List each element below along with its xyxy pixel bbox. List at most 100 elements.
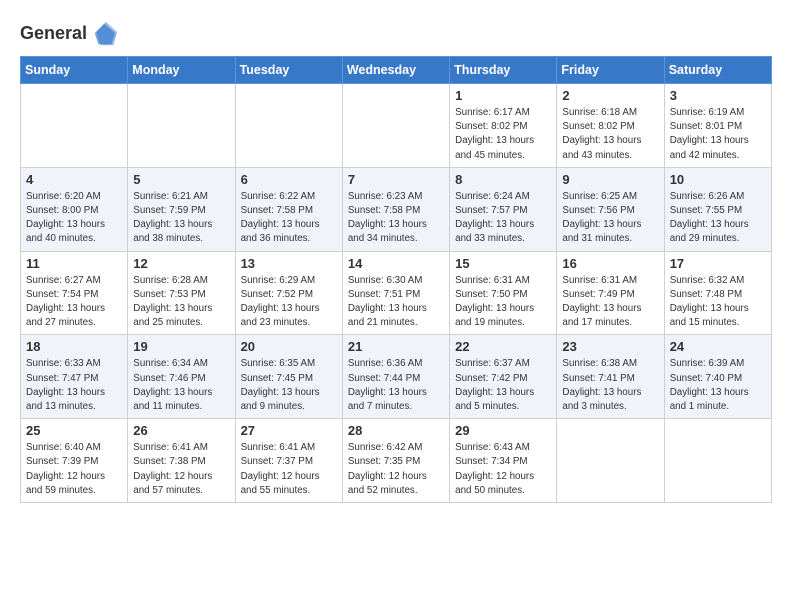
day-info: Sunrise: 6:31 AMSunset: 7:50 PMDaylight:… bbox=[455, 274, 551, 331]
day-info: Sunrise: 6:42 AMSunset: 7:35 PMDaylight:… bbox=[348, 441, 444, 498]
calendar-day-26: 26 Sunrise: 6:41 AMSunset: 7:38 PMDayligh… bbox=[128, 419, 235, 503]
day-number: 14 bbox=[348, 256, 444, 271]
day-info: Sunrise: 6:26 AMSunset: 7:55 PMDaylight:… bbox=[670, 190, 766, 247]
day-info: Sunrise: 6:25 AMSunset: 7:56 PMDaylight:… bbox=[562, 190, 658, 247]
calendar-header-row: SundayMondayTuesdayWednesdayThursdayFrid… bbox=[21, 57, 772, 84]
logo: General bbox=[20, 20, 119, 48]
day-number: 5 bbox=[133, 172, 229, 187]
day-number: 18 bbox=[26, 339, 122, 354]
calendar-day-24: 24 Sunrise: 6:39 AMSunset: 7:40 PMDayligh… bbox=[664, 335, 771, 419]
day-number: 3 bbox=[670, 88, 766, 103]
day-number: 22 bbox=[455, 339, 551, 354]
day-number: 27 bbox=[241, 423, 337, 438]
day-number: 25 bbox=[26, 423, 122, 438]
calendar-day-19: 19 Sunrise: 6:34 AMSunset: 7:46 PMDayligh… bbox=[128, 335, 235, 419]
day-info: Sunrise: 6:29 AMSunset: 7:52 PMDaylight:… bbox=[241, 274, 337, 331]
calendar-day-6: 6 Sunrise: 6:22 AMSunset: 7:58 PMDaylight… bbox=[235, 167, 342, 251]
calendar-day-8: 8 Sunrise: 6:24 AMSunset: 7:57 PMDaylight… bbox=[450, 167, 557, 251]
calendar-day-23: 23 Sunrise: 6:38 AMSunset: 7:41 PMDayligh… bbox=[557, 335, 664, 419]
day-info: Sunrise: 6:30 AMSunset: 7:51 PMDaylight:… bbox=[348, 274, 444, 331]
day-info: Sunrise: 6:37 AMSunset: 7:42 PMDaylight:… bbox=[455, 357, 551, 414]
day-info: Sunrise: 6:36 AMSunset: 7:44 PMDaylight:… bbox=[348, 357, 444, 414]
day-info: Sunrise: 6:33 AMSunset: 7:47 PMDaylight:… bbox=[26, 357, 122, 414]
day-number: 6 bbox=[241, 172, 337, 187]
calendar-day-21: 21 Sunrise: 6:36 AMSunset: 7:44 PMDayligh… bbox=[342, 335, 449, 419]
day-number: 4 bbox=[26, 172, 122, 187]
calendar-day-25: 25 Sunrise: 6:40 AMSunset: 7:39 PMDayligh… bbox=[21, 419, 128, 503]
empty-cell bbox=[21, 84, 128, 168]
calendar-day-20: 20 Sunrise: 6:35 AMSunset: 7:45 PMDayligh… bbox=[235, 335, 342, 419]
day-number: 11 bbox=[26, 256, 122, 271]
calendar-day-3: 3Sunrise: 6:19 AMSunset: 8:01 PMDaylight… bbox=[664, 84, 771, 168]
day-info: Sunrise: 6:38 AMSunset: 7:41 PMDaylight:… bbox=[562, 357, 658, 414]
day-number: 28 bbox=[348, 423, 444, 438]
day-header-tuesday: Tuesday bbox=[235, 57, 342, 84]
calendar-week-4: 18 Sunrise: 6:33 AMSunset: 7:47 PMDayligh… bbox=[21, 335, 772, 419]
day-header-thursday: Thursday bbox=[450, 57, 557, 84]
day-header-monday: Monday bbox=[128, 57, 235, 84]
calendar-day-18: 18 Sunrise: 6:33 AMSunset: 7:47 PMDayligh… bbox=[21, 335, 128, 419]
day-number: 9 bbox=[562, 172, 658, 187]
day-info: Sunrise: 6:23 AMSunset: 7:58 PMDaylight:… bbox=[348, 190, 444, 247]
calendar-week-5: 25 Sunrise: 6:40 AMSunset: 7:39 PMDayligh… bbox=[21, 419, 772, 503]
day-number: 8 bbox=[455, 172, 551, 187]
calendar-day-28: 28 Sunrise: 6:42 AMSunset: 7:35 PMDayligh… bbox=[342, 419, 449, 503]
calendar-day-5: 5Sunrise: 6:21 AMSunset: 7:59 PMDaylight… bbox=[128, 167, 235, 251]
day-info: Sunrise: 6:41 AMSunset: 7:37 PMDaylight:… bbox=[241, 441, 337, 498]
calendar-day-22: 22 Sunrise: 6:37 AMSunset: 7:42 PMDayligh… bbox=[450, 335, 557, 419]
page-header: General bbox=[20, 16, 772, 48]
day-number: 2 bbox=[562, 88, 658, 103]
calendar-day-7: 7 Sunrise: 6:23 AMSunset: 7:58 PMDaylight… bbox=[342, 167, 449, 251]
empty-cell bbox=[557, 419, 664, 503]
calendar-day-4: 4 Sunrise: 6:20 AMSunset: 8:00 PMDaylight… bbox=[21, 167, 128, 251]
day-number: 12 bbox=[133, 256, 229, 271]
day-number: 7 bbox=[348, 172, 444, 187]
day-number: 19 bbox=[133, 339, 229, 354]
day-number: 10 bbox=[670, 172, 766, 187]
calendar-day-16: 16Sunrise: 6:31 AMSunset: 7:49 PMDayligh… bbox=[557, 251, 664, 335]
day-info: Sunrise: 6:34 AMSunset: 7:46 PMDaylight:… bbox=[133, 357, 229, 414]
calendar-table: SundayMondayTuesdayWednesdayThursdayFrid… bbox=[20, 56, 772, 503]
day-number: 29 bbox=[455, 423, 551, 438]
day-info: Sunrise: 6:24 AMSunset: 7:57 PMDaylight:… bbox=[455, 190, 551, 247]
calendar-day-11: 11 Sunrise: 6:27 AMSunset: 7:54 PMDayligh… bbox=[21, 251, 128, 335]
day-info: Sunrise: 6:27 AMSunset: 7:54 PMDaylight:… bbox=[26, 274, 122, 331]
calendar-day-12: 12 Sunrise: 6:28 AMSunset: 7:53 PMDayligh… bbox=[128, 251, 235, 335]
calendar-day-14: 14 Sunrise: 6:30 AMSunset: 7:51 PMDayligh… bbox=[342, 251, 449, 335]
day-number: 24 bbox=[670, 339, 766, 354]
day-number: 23 bbox=[562, 339, 658, 354]
day-info: Sunrise: 6:22 AMSunset: 7:58 PMDaylight:… bbox=[241, 190, 337, 247]
day-number: 13 bbox=[241, 256, 337, 271]
day-info: Sunrise: 6:39 AMSunset: 7:40 PMDaylight:… bbox=[670, 357, 766, 414]
day-number: 20 bbox=[241, 339, 337, 354]
empty-cell bbox=[664, 419, 771, 503]
day-number: 16 bbox=[562, 256, 658, 271]
day-number: 21 bbox=[348, 339, 444, 354]
day-info: Sunrise: 6:18 AMSunset: 8:02 PMDaylight:… bbox=[562, 106, 658, 163]
calendar-day-2: 2 Sunrise: 6:18 AMSunset: 8:02 PMDaylight… bbox=[557, 84, 664, 168]
day-header-wednesday: Wednesday bbox=[342, 57, 449, 84]
logo-icon bbox=[91, 20, 119, 48]
day-info: Sunrise: 6:35 AMSunset: 7:45 PMDaylight:… bbox=[241, 357, 337, 414]
day-info: Sunrise: 6:20 AMSunset: 8:00 PMDaylight:… bbox=[26, 190, 122, 247]
calendar-week-3: 11 Sunrise: 6:27 AMSunset: 7:54 PMDayligh… bbox=[21, 251, 772, 335]
calendar-week-1: 1Sunrise: 6:17 AMSunset: 8:02 PMDaylight… bbox=[21, 84, 772, 168]
day-info: Sunrise: 6:40 AMSunset: 7:39 PMDaylight:… bbox=[26, 441, 122, 498]
calendar-day-9: 9 Sunrise: 6:25 AMSunset: 7:56 PMDaylight… bbox=[557, 167, 664, 251]
day-number: 17 bbox=[670, 256, 766, 271]
empty-cell bbox=[128, 84, 235, 168]
day-info: Sunrise: 6:28 AMSunset: 7:53 PMDaylight:… bbox=[133, 274, 229, 331]
calendar-day-29: 29 Sunrise: 6:43 AMSunset: 7:34 PMDayligh… bbox=[450, 419, 557, 503]
day-info: Sunrise: 6:41 AMSunset: 7:38 PMDaylight:… bbox=[133, 441, 229, 498]
day-info: Sunrise: 6:43 AMSunset: 7:34 PMDaylight:… bbox=[455, 441, 551, 498]
day-info: Sunrise: 6:17 AMSunset: 8:02 PMDaylight:… bbox=[455, 106, 551, 163]
calendar-day-13: 13 Sunrise: 6:29 AMSunset: 7:52 PMDayligh… bbox=[235, 251, 342, 335]
day-header-sunday: Sunday bbox=[21, 57, 128, 84]
calendar-week-2: 4 Sunrise: 6:20 AMSunset: 8:00 PMDaylight… bbox=[21, 167, 772, 251]
day-number: 26 bbox=[133, 423, 229, 438]
calendar-day-1: 1Sunrise: 6:17 AMSunset: 8:02 PMDaylight… bbox=[450, 84, 557, 168]
calendar-day-15: 15Sunrise: 6:31 AMSunset: 7:50 PMDayligh… bbox=[450, 251, 557, 335]
day-info: Sunrise: 6:32 AMSunset: 7:48 PMDaylight:… bbox=[670, 274, 766, 331]
calendar-day-10: 10 Sunrise: 6:26 AMSunset: 7:55 PMDayligh… bbox=[664, 167, 771, 251]
day-header-saturday: Saturday bbox=[664, 57, 771, 84]
